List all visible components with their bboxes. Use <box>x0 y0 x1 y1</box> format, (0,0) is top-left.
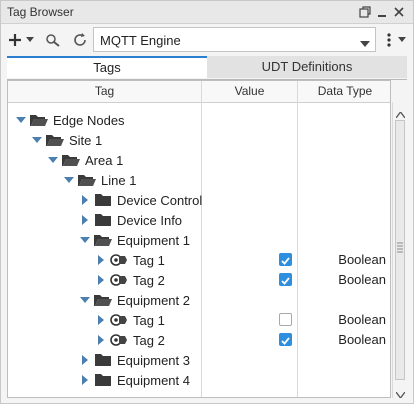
window-title: Tag Browser <box>7 5 74 19</box>
folder-open-icon <box>94 293 112 307</box>
tree-label: Equipment 2 <box>117 292 190 308</box>
tree-row-tag[interactable]: Tag 1 Boolean <box>8 250 390 270</box>
folder-icon <box>94 353 112 367</box>
tag-icon <box>110 253 128 267</box>
collapsed-arrow-icon[interactable] <box>96 315 106 325</box>
add-menu-dropdown-icon[interactable] <box>25 29 35 51</box>
vertical-scrollbar[interactable] <box>392 102 408 401</box>
tag-value-checkbox[interactable] <box>279 273 292 286</box>
tag-icon <box>110 273 128 287</box>
tag-provider-select[interactable]: MQTT Engine <box>93 27 376 52</box>
tree-label: Area 1 <box>85 152 124 168</box>
table-header: Tag Value Data Type <box>8 81 390 103</box>
tag-data-type: Boolean <box>338 312 386 327</box>
folder-icon <box>94 193 112 207</box>
scroll-up-icon[interactable] <box>395 106 406 121</box>
collapsed-arrow-icon[interactable] <box>96 335 106 345</box>
folder-open-icon <box>78 173 96 187</box>
column-header-tag[interactable]: Tag <box>8 81 201 102</box>
tree-label: Device Info <box>117 212 183 228</box>
folder-open-icon <box>62 153 80 167</box>
collapsed-arrow-icon[interactable] <box>80 215 90 225</box>
tree-row-equipment-1[interactable]: Equipment 1 <box>8 230 390 250</box>
chevron-down-icon <box>360 36 370 51</box>
edit-icon[interactable] <box>44 29 62 51</box>
close-icon[interactable] <box>391 4 407 20</box>
scrollbar-thumb[interactable] <box>395 120 405 380</box>
expanded-arrow-icon[interactable] <box>64 175 74 185</box>
column-header-data-type[interactable]: Data Type <box>298 81 390 102</box>
tree-label: Tag 2 <box>133 272 165 288</box>
collapsed-arrow-icon[interactable] <box>80 195 90 205</box>
tree-row-device-control[interactable]: Device Control <box>8 190 390 210</box>
tag-value-checkbox[interactable] <box>279 313 292 326</box>
tag-browser-window: Tag Browser MQTT Engine Tags UDT Definit… <box>0 0 414 404</box>
tag-tree-table: Tag Value Data Type Edge Nodes Site 1 Ar… <box>7 80 391 398</box>
more-options-icon[interactable] <box>382 29 396 51</box>
tree-label: Tag 1 <box>133 312 165 328</box>
tree-row-equipment-2[interactable]: Equipment 2 <box>8 290 390 310</box>
tree-row-tag[interactable]: Tag 2 Boolean <box>8 330 390 350</box>
add-tag-button[interactable] <box>7 29 23 51</box>
minimize-icon[interactable] <box>374 4 390 20</box>
tab-strip: Tags UDT Definitions <box>7 56 407 80</box>
tree-row-tag[interactable]: Tag 1 Boolean <box>8 310 390 330</box>
tree-row-line-1[interactable]: Line 1 <box>8 170 390 190</box>
folder-icon <box>94 373 112 387</box>
expanded-arrow-icon[interactable] <box>32 135 42 145</box>
tab-tags[interactable]: Tags <box>7 56 207 78</box>
tree-label: Site 1 <box>69 132 103 148</box>
tree-row-site-1[interactable]: Site 1 <box>8 130 390 150</box>
tag-data-type: Boolean <box>338 252 386 267</box>
tree-row-equipment-4[interactable]: Equipment 4 <box>8 370 390 390</box>
collapsed-arrow-icon[interactable] <box>96 255 106 265</box>
expanded-arrow-icon[interactable] <box>16 115 26 125</box>
tree-row-device-info[interactable]: Device Info <box>8 210 390 230</box>
collapsed-arrow-icon[interactable] <box>96 275 106 285</box>
float-window-icon[interactable] <box>357 4 373 20</box>
tree-row-area-1[interactable]: Area 1 <box>8 150 390 170</box>
tree-label: Tag 2 <box>133 332 165 348</box>
tag-provider-value: MQTT Engine <box>100 33 181 48</box>
folder-icon <box>94 213 112 227</box>
tree-label: Line 1 <box>101 172 137 188</box>
expanded-arrow-icon[interactable] <box>80 235 90 245</box>
tag-data-type: Boolean <box>338 272 386 287</box>
tag-data-type: Boolean <box>338 332 386 347</box>
tree-label: Equipment 4 <box>117 372 190 388</box>
folder-open-icon <box>30 113 48 127</box>
folder-open-icon <box>46 133 64 147</box>
tree-label: Tag 1 <box>133 252 165 268</box>
tree-row-edge-nodes[interactable]: Edge Nodes <box>8 110 390 130</box>
tab-udt-definitions[interactable]: UDT Definitions <box>207 56 407 78</box>
collapsed-arrow-icon[interactable] <box>80 355 90 365</box>
folder-open-icon <box>94 233 112 247</box>
collapsed-arrow-icon[interactable] <box>80 375 90 385</box>
tag-icon <box>110 333 128 347</box>
tree-label: Equipment 1 <box>117 232 190 248</box>
tree-label: Edge Nodes <box>53 112 125 128</box>
tag-icon <box>110 313 128 327</box>
refresh-icon[interactable] <box>71 29 89 51</box>
tree-label: Equipment 3 <box>117 352 190 368</box>
more-options-dropdown-icon[interactable] <box>397 29 407 51</box>
tree-label: Device Control <box>117 192 203 208</box>
expanded-arrow-icon[interactable] <box>48 155 58 165</box>
title-bar: Tag Browser <box>1 1 413 24</box>
tree-row-equipment-3[interactable]: Equipment 3 <box>8 350 390 370</box>
column-header-value[interactable]: Value <box>202 81 297 102</box>
expanded-arrow-icon[interactable] <box>80 295 90 305</box>
tag-value-checkbox[interactable] <box>279 333 292 346</box>
tag-value-checkbox[interactable] <box>279 253 292 266</box>
scroll-down-icon[interactable] <box>395 386 406 401</box>
tree-row-tag[interactable]: Tag 2 Boolean <box>8 270 390 290</box>
